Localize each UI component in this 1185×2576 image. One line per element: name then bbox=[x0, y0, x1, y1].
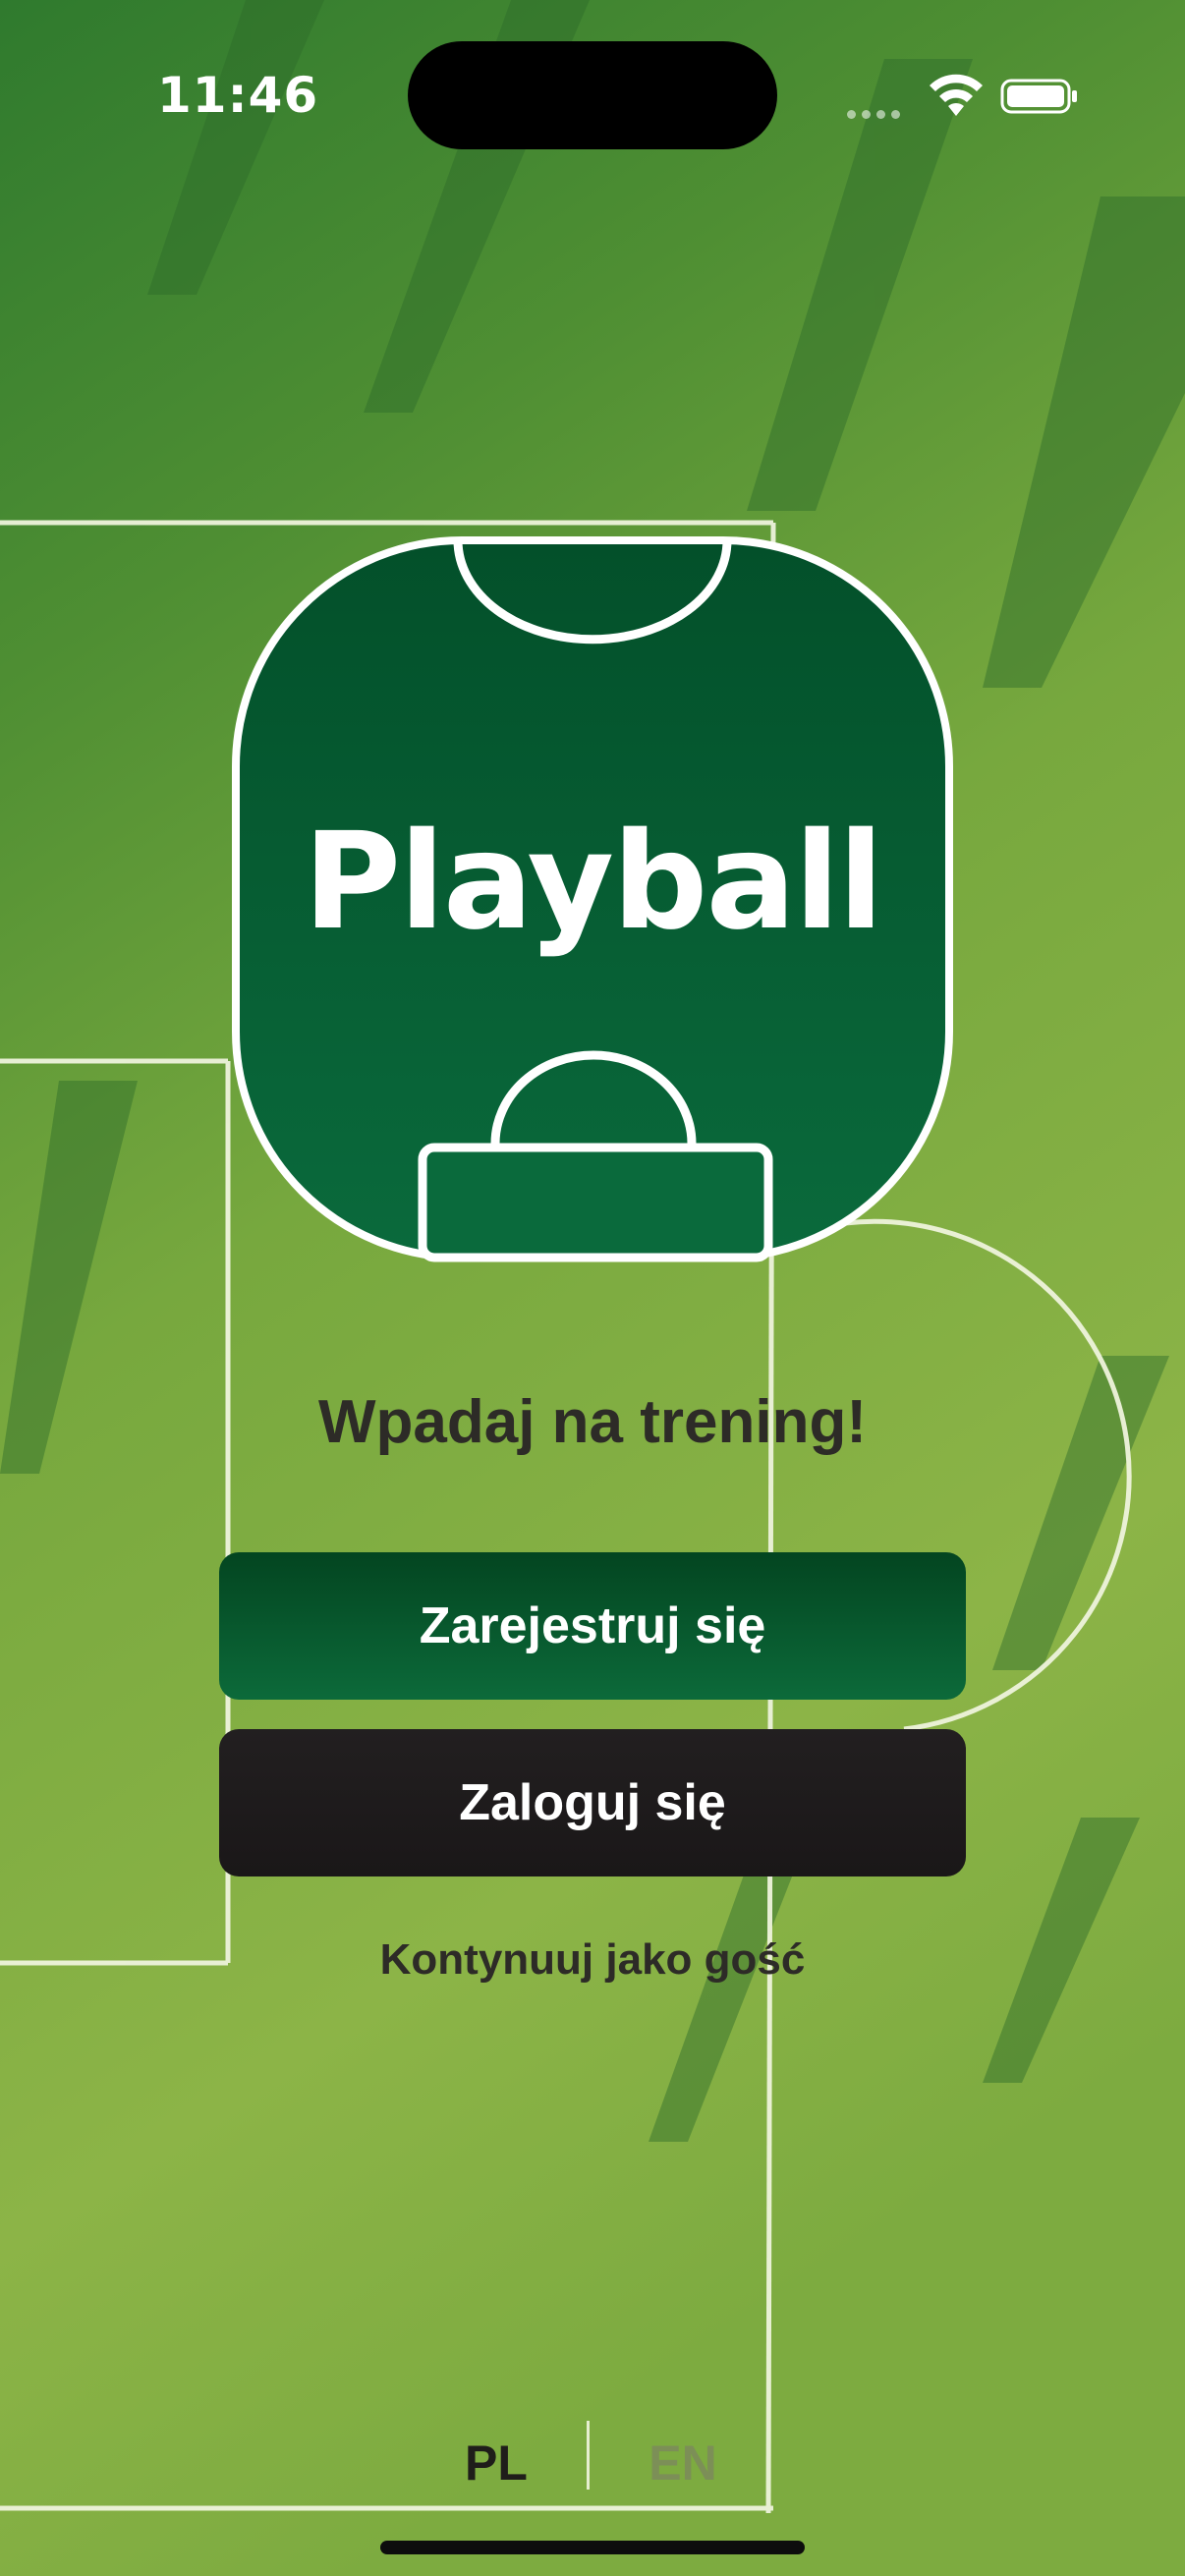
language-option-pl[interactable]: PL bbox=[452, 2435, 540, 2492]
cellular-signal-icon bbox=[847, 104, 906, 123]
status-bar: 11:46 bbox=[0, 0, 1185, 149]
login-button[interactable]: Zaloguj się bbox=[219, 1729, 966, 1876]
dynamic-island bbox=[408, 41, 777, 149]
logo-title: Playball bbox=[303, 805, 884, 960]
register-button[interactable]: Zarejestruj się bbox=[219, 1552, 966, 1700]
battery-icon bbox=[1000, 79, 1077, 114]
tagline: Wpadaj na trening! bbox=[318, 1388, 867, 1456]
language-option-en[interactable]: EN bbox=[639, 2435, 727, 2492]
language-divider bbox=[587, 2421, 590, 2490]
wifi-icon bbox=[930, 74, 983, 116]
continue-as-guest-link[interactable]: Kontynuuj jako gość bbox=[0, 1935, 1185, 1985]
status-time: 11:46 bbox=[157, 67, 319, 124]
home-indicator bbox=[380, 2541, 805, 2554]
pitch-background bbox=[0, 0, 1185, 2576]
app-logo: Playball bbox=[230, 534, 955, 1263]
